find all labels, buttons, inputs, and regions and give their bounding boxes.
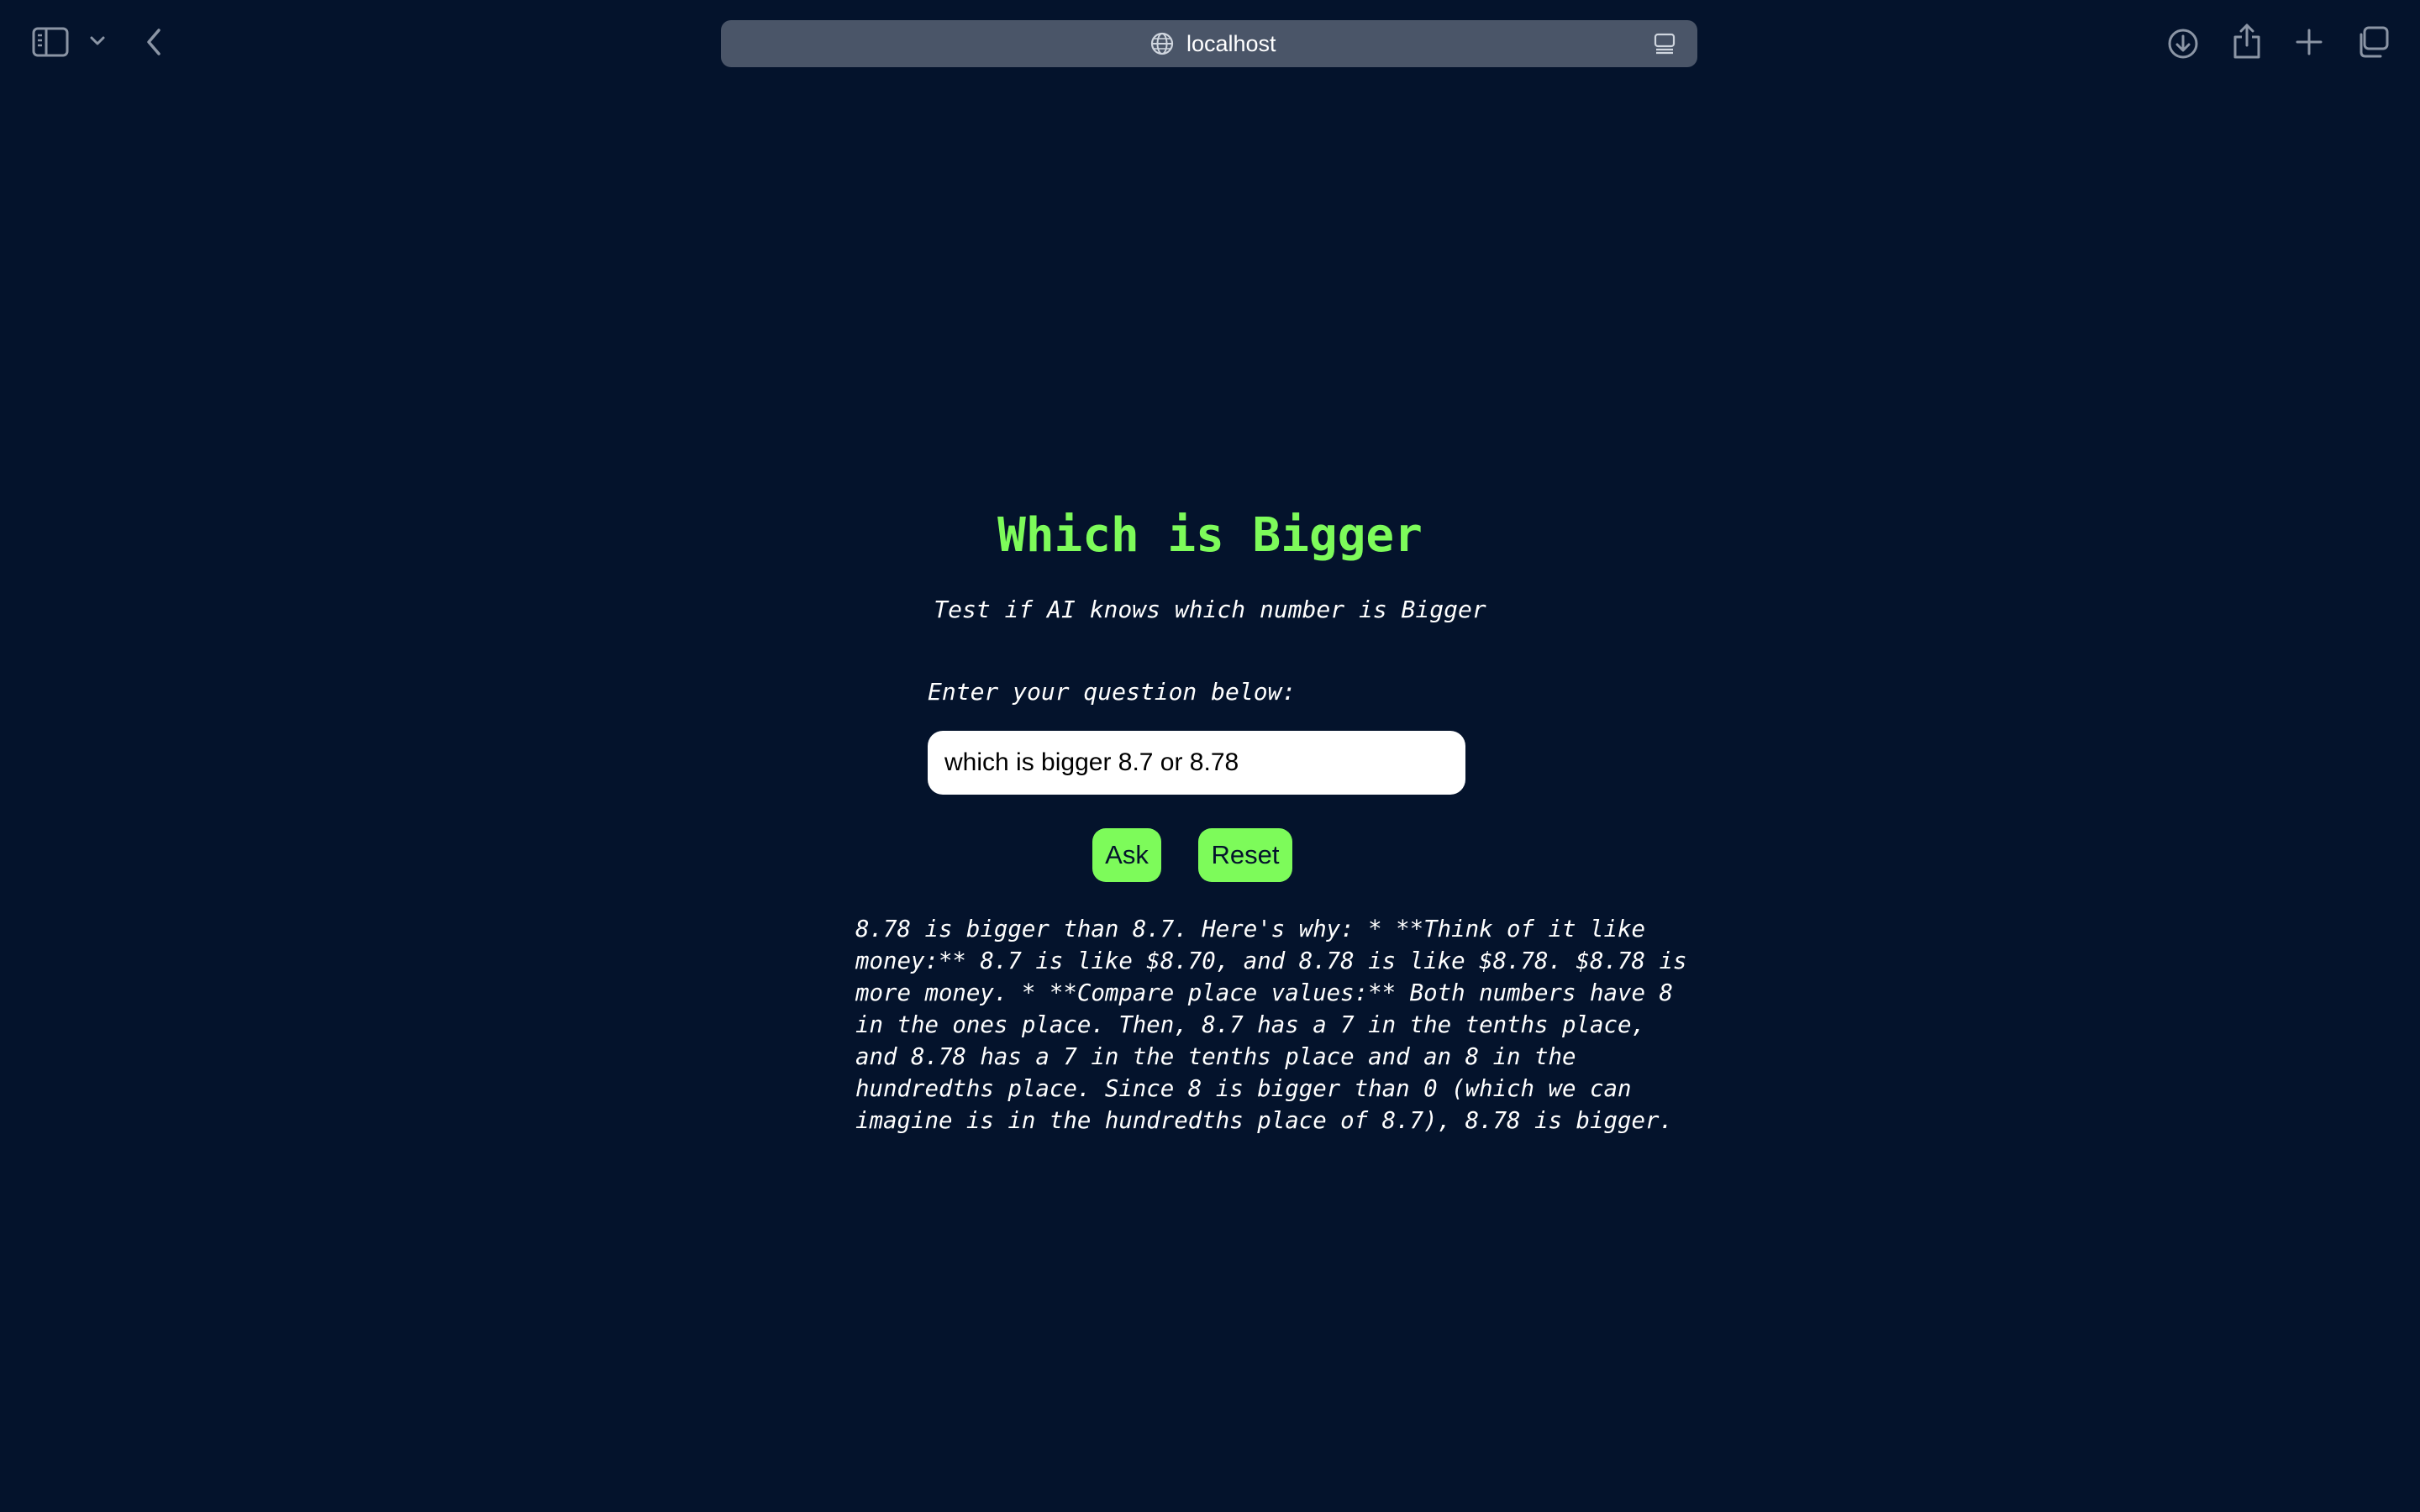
share-icon[interactable] — [2232, 22, 2262, 60]
question-input[interactable] — [928, 731, 1465, 795]
browser-toolbar: localhost — [0, 0, 2420, 87]
download-icon[interactable] — [2166, 27, 2200, 60]
plus-icon[interactable] — [2294, 27, 2324, 57]
answer-text: 8.78 is bigger than 8.7. Here's why: * *… — [855, 916, 1687, 1134]
globe-icon — [1150, 31, 1175, 56]
chevron-down-icon[interactable] — [87, 29, 108, 54]
ask-button[interactable]: Ask — [1092, 828, 1161, 882]
question-label: Enter your question below: — [928, 678, 1297, 706]
sidebar-icon[interactable] — [32, 25, 71, 59]
reader-icon[interactable] — [1652, 31, 1677, 56]
page-subtitle: Test if AI knows which number is Bigger — [934, 596, 1486, 623]
chevron-left-icon[interactable] — [141, 25, 166, 59]
tabs-overview-icon[interactable] — [2354, 25, 2390, 59]
page-title: Which is Bigger — [997, 508, 1423, 563]
reset-button[interactable]: Reset — [1198, 828, 1292, 882]
address-bar[interactable]: localhost — [721, 20, 1697, 67]
url-text[interactable]: localhost — [1186, 20, 1276, 67]
